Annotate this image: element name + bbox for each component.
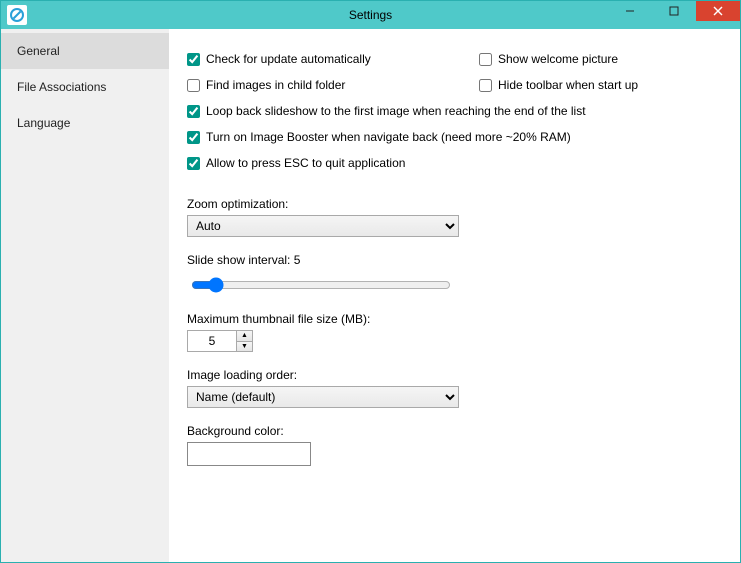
sidebar-item-general[interactable]: General (1, 33, 169, 69)
thumb-size-up[interactable]: ▲ (237, 331, 252, 342)
hide-toolbar-row[interactable]: Hide toolbar when start up (479, 73, 722, 97)
esc-quit-checkbox[interactable] (187, 157, 200, 170)
app-icon (7, 5, 27, 25)
content: General File Associations Language Check… (1, 29, 740, 562)
check-update-label: Check for update automatically (206, 52, 371, 66)
loop-slideshow-row[interactable]: Loop back slideshow to the first image w… (187, 99, 722, 123)
bgcolor-label: Background color: (187, 424, 722, 438)
show-welcome-checkbox[interactable] (479, 53, 492, 66)
slideshow-label: Slide show interval: 5 (187, 253, 722, 267)
find-child-label: Find images in child folder (206, 78, 345, 92)
find-child-row[interactable]: Find images in child folder (187, 73, 479, 97)
slideshow-slider[interactable] (191, 277, 451, 293)
order-select[interactable]: Name (default) (187, 386, 459, 408)
sidebar-item-language[interactable]: Language (1, 105, 169, 141)
order-label: Image loading order: (187, 368, 722, 382)
window-title: Settings (349, 8, 392, 22)
esc-quit-row[interactable]: Allow to press ESC to quit application (187, 151, 722, 175)
esc-quit-label: Allow to press ESC to quit application (206, 156, 405, 170)
check-update-row[interactable]: Check for update automatically (187, 47, 479, 71)
image-booster-row[interactable]: Turn on Image Booster when navigate back… (187, 125, 722, 149)
sidebar-item-file-associations[interactable]: File Associations (1, 69, 169, 105)
find-child-checkbox[interactable] (187, 79, 200, 92)
loop-slideshow-label: Loop back slideshow to the first image w… (206, 104, 586, 118)
sidebar: General File Associations Language (1, 29, 169, 562)
zoom-select[interactable]: Auto (187, 215, 459, 237)
show-welcome-label: Show welcome picture (498, 52, 618, 66)
thumb-size-down[interactable]: ▼ (237, 342, 252, 352)
zoom-label: Zoom optimization: (187, 197, 722, 211)
minimize-button[interactable] (608, 1, 652, 21)
titlebar: Settings (1, 1, 740, 29)
thumb-label: Maximum thumbnail file size (MB): (187, 312, 722, 326)
main-panel: Check for update automatically Find imag… (169, 29, 740, 562)
image-booster-label: Turn on Image Booster when navigate back… (206, 130, 571, 144)
bgcolor-picker[interactable] (187, 442, 311, 466)
hide-toolbar-checkbox[interactable] (479, 79, 492, 92)
close-button[interactable] (696, 1, 740, 21)
window-buttons (608, 1, 740, 21)
loop-slideshow-checkbox[interactable] (187, 105, 200, 118)
show-welcome-row[interactable]: Show welcome picture (479, 47, 722, 71)
hide-toolbar-label: Hide toolbar when start up (498, 78, 638, 92)
maximize-button[interactable] (652, 1, 696, 21)
check-update-checkbox[interactable] (187, 53, 200, 66)
thumb-size-input[interactable] (187, 330, 237, 352)
image-booster-checkbox[interactable] (187, 131, 200, 144)
